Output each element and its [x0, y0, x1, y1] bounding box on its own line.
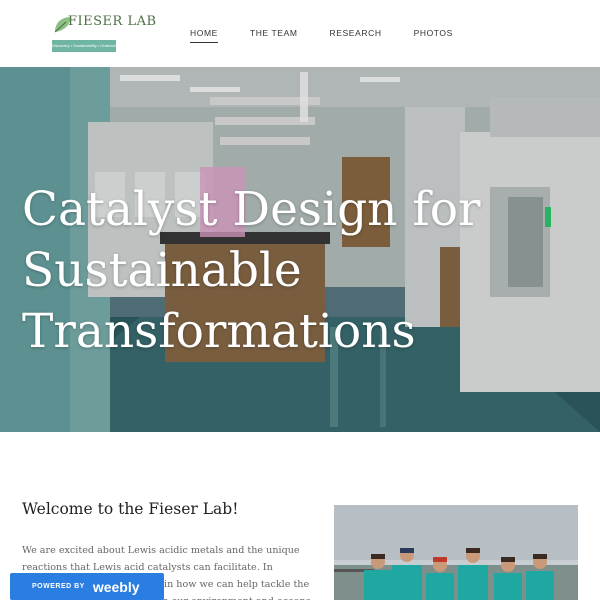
- nav-the-team[interactable]: THE TEAM: [250, 28, 298, 43]
- weebly-logo-text: weebly: [92, 578, 140, 595]
- logo-tagline: Discovery • Sustainability • Outreach: [52, 40, 116, 52]
- powered-by-weebly-badge[interactable]: POWERED BY weebly: [10, 573, 164, 600]
- logo-title: FIESER LAB: [68, 14, 157, 29]
- hero-title: Catalyst Design for Sustainable Transfor…: [22, 182, 481, 359]
- site-logo[interactable]: FIESER LAB Discovery • Sustainability • …: [52, 12, 156, 54]
- nav-research[interactable]: RESEARCH: [330, 28, 382, 43]
- welcome-heading: Welcome to the Fieser Lab!: [22, 500, 239, 518]
- hero-banner: Catalyst Design for Sustainable Transfor…: [0, 67, 600, 432]
- team-photo-image: [334, 505, 578, 600]
- badge-powered-label: POWERED BY: [32, 583, 85, 590]
- nav-home[interactable]: HOME: [190, 28, 218, 43]
- team-photo: [334, 505, 578, 600]
- nav-photos[interactable]: PHOTOS: [414, 28, 453, 43]
- site-header: FIESER LAB Discovery • Sustainability • …: [0, 0, 600, 67]
- main-nav: HOME THE TEAM RESEARCH PHOTOS: [190, 28, 485, 43]
